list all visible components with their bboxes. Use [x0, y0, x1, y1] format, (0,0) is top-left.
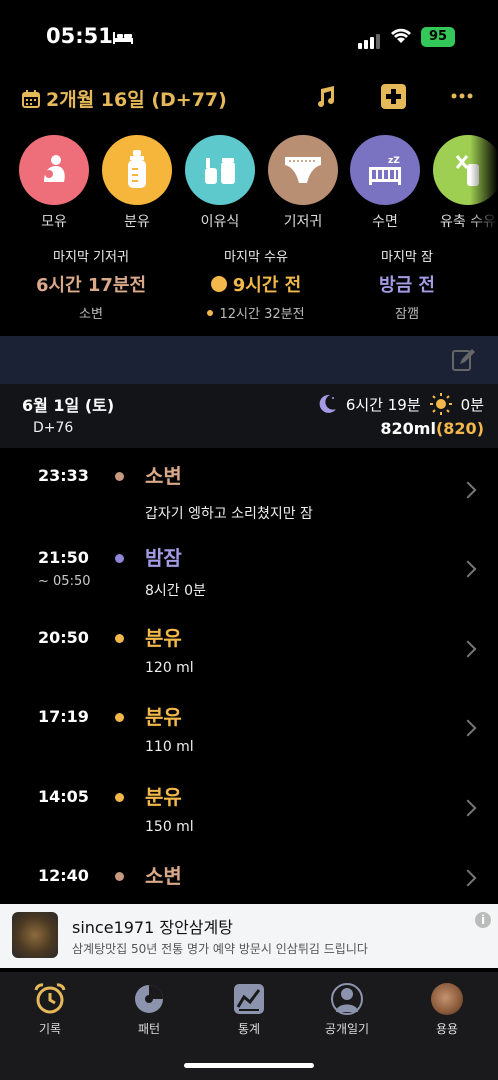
tab-profile[interactable]: 용용 [402, 982, 492, 1037]
tab-record[interactable]: 기록 [5, 982, 95, 1037]
event-dot [115, 713, 124, 722]
header-date: 2개월 16일 (D+77) [46, 89, 227, 111]
sun-icon [429, 393, 452, 415]
last-feed: 마지막 수유 9시간 전 12시간 32분전 [176, 246, 336, 322]
chevron-right-icon [459, 560, 477, 578]
home-indicator [184, 1063, 314, 1068]
category-formula[interactable]: 분유 [101, 135, 173, 231]
day-dday: D+76 [33, 420, 74, 436]
svg-text:zZ: zZ [388, 156, 400, 166]
category-diaper[interactable]: 기저귀 [267, 135, 339, 231]
event-dot [115, 793, 124, 802]
event-dot [115, 472, 124, 481]
status-time: 05:51 [46, 24, 113, 48]
date-selector[interactable]: 2개월 16일 (D+77) [22, 85, 227, 112]
chevron-right-icon [459, 719, 477, 737]
last-diaper: 마지막 기저귀 6시간 17분전 소변 [35, 250, 147, 322]
tab-pattern[interactable]: 패턴 [104, 982, 194, 1037]
tab-public-diary[interactable]: 공개일기 [302, 982, 392, 1037]
cell-signal-icon [358, 30, 382, 49]
category-sleep[interactable]: zZ 수면 [349, 135, 421, 231]
toolbar-band [0, 336, 498, 384]
profile-avatar-icon [430, 982, 464, 1016]
wifi-icon [391, 28, 411, 43]
chevron-right-icon [459, 640, 477, 658]
chevron-right-icon [459, 481, 477, 499]
calendar-icon [22, 89, 40, 108]
event-dot [115, 872, 124, 881]
bottle-icon [102, 135, 172, 205]
category-baby-food[interactable]: 이유식 [184, 135, 256, 231]
chevron-right-icon [459, 869, 477, 887]
feed-dot-icon [207, 309, 214, 316]
breastfeeding-icon [19, 135, 89, 205]
diaper-icon [268, 135, 338, 205]
edit-icon[interactable] [452, 348, 476, 372]
category-breastfeeding[interactable]: 모유 [18, 135, 90, 231]
baby-food-icon [185, 135, 255, 205]
day-date: 6월 1일 (토) [22, 396, 115, 415]
event-dot [115, 554, 124, 563]
alarm-clock-icon [33, 982, 67, 1016]
bed-icon [113, 32, 133, 44]
more-icon[interactable] [451, 93, 473, 99]
event-dot [115, 634, 124, 643]
chevron-right-icon [459, 799, 477, 817]
bottle-badge-icon [210, 276, 227, 292]
battery-indicator: 95 [421, 27, 455, 47]
music-icon[interactable] [313, 85, 337, 109]
last-sleep: 마지막 잠 방금 전 잠깸 [379, 250, 435, 322]
tab-stats[interactable]: 통계 [204, 982, 294, 1037]
info-icon[interactable]: i [475, 912, 491, 928]
chart-icon [232, 982, 266, 1016]
community-icon [330, 982, 364, 1016]
day-total-ml: 820ml(820) [380, 419, 484, 438]
ad-title: since1971 장안삼계탕 [72, 918, 233, 937]
add-icon[interactable] [381, 84, 406, 109]
day-sleep-summary: 6시간 19분 0분 [316, 392, 484, 416]
sleep-icon: zZ [350, 135, 420, 205]
ad-subtitle: 삼계탕맛집 50년 전통 명가 예약 방문시 인삼튀김 드립니다 [72, 942, 368, 956]
scroll-fade [470, 130, 498, 230]
pattern-icon [132, 982, 166, 1016]
ad-thumbnail [12, 912, 58, 958]
moon-icon [319, 394, 336, 413]
